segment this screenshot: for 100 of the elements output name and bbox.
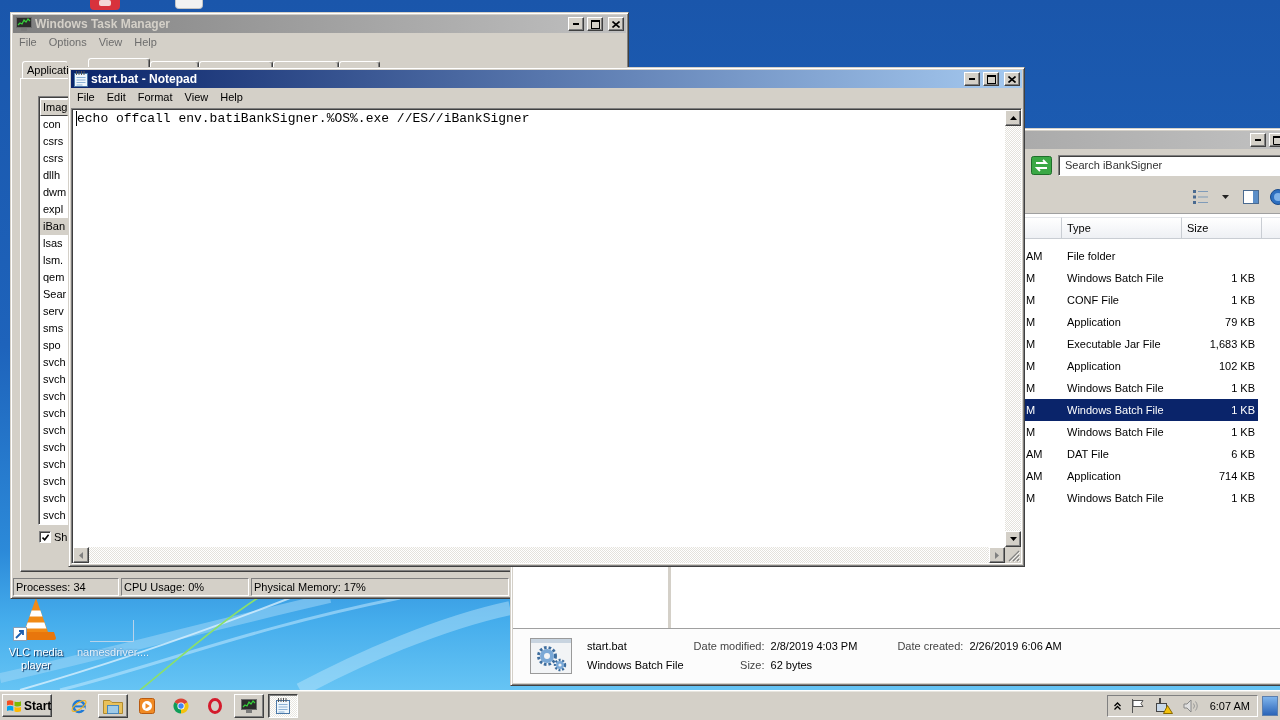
start-logo-icon [6,698,22,713]
checkbox[interactable] [39,531,51,543]
process-item[interactable]: svch [40,507,68,524]
tab[interactable] [339,61,380,67]
search-field[interactable]: Search iBankSigner [1058,154,1280,176]
file-row[interactable]: M Windows Batch File 1 KB [1024,267,1258,289]
process-item[interactable]: expl [40,201,68,218]
folder-icon [103,697,123,714]
process-item[interactable]: sms [40,320,68,337]
field-value: 62 bytes [770,659,814,672]
table-cell-text: Windows Batch File [1066,272,1165,284]
scroll-down-button[interactable] [1005,531,1021,547]
speaker-icon[interactable] [1182,698,1199,713]
tab[interactable] [150,61,199,67]
vertical-scrollbar[interactable] [1005,110,1021,547]
file-row[interactable]: M Windows Batch File 1 KB [1024,421,1258,443]
maximize-icon [590,19,600,29]
process-item[interactable]: svch [40,473,68,490]
close-button[interactable] [1004,72,1020,86]
process-item[interactable]: svch [40,388,68,405]
process-item[interactable]: con [40,116,68,133]
taskbar-button[interactable] [268,693,298,718]
tab[interactable] [273,61,339,67]
tab[interactable]: Applicati [22,61,68,78]
scroll-right-button[interactable] [989,547,1005,563]
status-text: Physical Memory: 17% [251,578,509,596]
start-button[interactable]: Start [2,694,52,717]
caret-icon[interactable] [1222,195,1229,199]
menu-item[interactable]: Help [128,34,163,50]
scroll-left-button[interactable] [73,547,89,563]
column-header[interactable]: Size [1182,217,1262,239]
file-row[interactable]: AM File folder [1024,245,1258,267]
menu-item[interactable]: File [71,89,101,105]
process-item[interactable]: dwm [40,184,68,201]
ring-logo-icon [208,697,222,714]
text-cursor [76,111,77,126]
field-value: 2/26/2019 6:06 AM [969,640,1062,653]
table-cell-text: AM [1025,250,1044,262]
tab[interactable] [199,61,273,67]
flag-icon[interactable] [1130,698,1145,713]
column-header[interactable] [1024,217,1062,239]
help-icon[interactable] [1270,189,1280,205]
process-item[interactable]: lsm. [40,252,68,269]
file-row[interactable]: M Application 102 KB [1024,355,1258,377]
file-row[interactable]: AM DAT File 6 KB [1024,443,1258,465]
process-item[interactable]: svch [40,439,68,456]
process-item[interactable]: svch [40,456,68,473]
file-row[interactable]: AM Application 714 KB [1024,465,1258,487]
show-desktop-button[interactable] [1262,695,1278,716]
field-value: 2/8/2019 4:03 PM [770,640,858,653]
column-header[interactable]: Imag [40,99,68,116]
chevron-up-icon[interactable] [1113,701,1121,710]
process-item[interactable]: csrs [40,150,68,167]
table-cell-text: M [1025,294,1037,306]
maximize-button[interactable] [1269,133,1280,147]
process-item[interactable]: csrs [40,133,68,150]
menu-item[interactable]: View [178,89,215,105]
process-item[interactable]: spo [40,337,68,354]
process-item[interactable]: iBan [40,218,68,235]
process-item[interactable]: svch [40,490,68,507]
file-row[interactable]: M CONF File 1 KB [1024,289,1258,311]
file-row[interactable]: M Windows Batch File 1 KB [1024,377,1258,399]
empty-frame-icon [90,620,134,642]
process-item[interactable]: svch [40,371,68,388]
file-row[interactable]: M Executable Jar File 1,683 KB [1024,333,1258,355]
horizontal-scrollbar[interactable] [73,547,1005,563]
maximize-button[interactable] [587,17,603,31]
menu-item[interactable]: Format [131,89,179,105]
menu-item[interactable]: Help [214,89,249,105]
checkbox-label: Sh [54,531,68,543]
arrows-icon[interactable] [1031,155,1052,175]
menu-item[interactable]: Options [42,34,93,50]
column-header[interactable]: Type [1062,217,1182,239]
minimize-button[interactable] [964,72,980,86]
text-editor[interactable]: echo offcall env.batiBankSigner.%OS%.exe //ES//iBankSigner [73,110,1005,547]
process-item[interactable]: svch [40,354,68,371]
minimize-button[interactable] [568,17,584,31]
gears-icon [530,638,572,674]
close-button[interactable] [608,17,624,31]
view-list-icon[interactable] [1193,190,1208,204]
network-warning-icon[interactable] [1154,697,1173,714]
menu-item[interactable]: View [92,34,129,50]
process-item[interactable]: serv [40,303,68,320]
process-item[interactable]: qem [40,269,68,286]
file-row[interactable]: M Windows Batch File 1 KB [1024,399,1258,421]
menu-item[interactable]: Edit [100,89,132,105]
process-item[interactable]: lsas [40,235,68,252]
process-item[interactable]: dllh [40,167,68,184]
maximize-button[interactable] [983,72,999,86]
window-title: Windows Task Manager [35,16,171,32]
file-row[interactable]: M Windows Batch File 1 KB [1024,487,1258,509]
file-row[interactable]: M Application 79 KB [1024,311,1258,333]
process-item[interactable]: svch [40,422,68,439]
arrow-down-icon [1009,537,1017,541]
tab[interactable] [88,58,150,67]
scroll-up-button[interactable] [1005,110,1021,126]
process-item[interactable]: svch [40,405,68,422]
process-item[interactable]: Sear [40,286,68,303]
preview-pane-icon[interactable] [1243,190,1259,204]
minimize-button[interactable] [1250,133,1266,147]
